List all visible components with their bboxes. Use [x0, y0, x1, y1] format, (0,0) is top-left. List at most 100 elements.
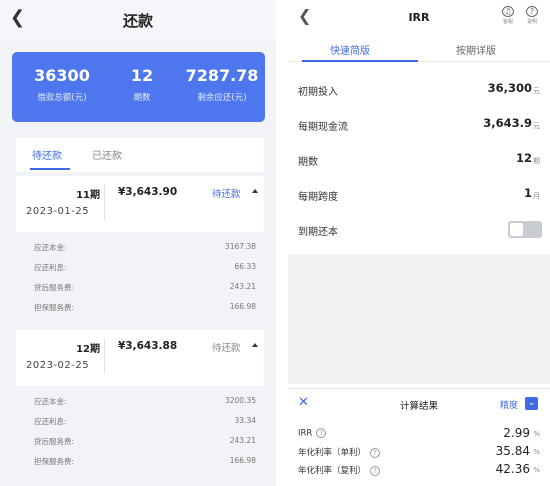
initial-investment-field[interactable]: 初期投入 36,300 元 — [288, 72, 550, 106]
result-unit: % — [533, 448, 540, 456]
help-icon[interactable]: ? — [316, 428, 327, 438]
remaining: 7287.78 剩余应还(元) — [180, 66, 264, 103]
divider — [104, 184, 105, 220]
detail-value: 3167.38 — [224, 242, 256, 251]
result-row: 年化利率（单利）? 35.84 % — [288, 443, 550, 461]
detail-label: 担保服务费: — [34, 303, 75, 312]
result-label-text: 年化利率（复利） — [298, 466, 367, 476]
toggle-label: 到期还本 — [298, 227, 338, 238]
installment-row[interactable]: 12期 2023-02-25 ¥3,643.88 待还款 — [16, 330, 264, 386]
field-value[interactable]: 12 — [516, 151, 532, 165]
installment-date: 2023-01-25 — [26, 206, 90, 217]
periods-label: 期数 — [133, 93, 151, 103]
result-value: 35.84 — [495, 444, 530, 458]
period-span-field[interactable]: 每期跨度 1 月 — [288, 177, 550, 211]
periods: 12 期数 — [112, 66, 172, 103]
periods-field[interactable]: 期数 12 期 — [288, 142, 550, 176]
result-value: 2.99 — [503, 426, 530, 440]
help-icon[interactable]: ? — [370, 465, 381, 476]
mode-tabs: 快速简版 按期详版 — [288, 36, 550, 62]
detail-row: 应还本金: 3167.38 — [16, 238, 264, 256]
field-value[interactable]: 1 — [524, 186, 532, 200]
caret-up-icon[interactable] — [252, 189, 258, 193]
field-unit: 期 — [533, 157, 540, 165]
tab-detailed[interactable]: 按期详版 — [456, 42, 496, 57]
installment-details: 应还本金: 3167.38 应还利息: 66.33 贷后服务费: 243.21 … — [16, 232, 264, 324]
active-tab-indicator — [302, 60, 418, 62]
principal-at-maturity-toggle[interactable] — [508, 221, 542, 238]
irr-calculator-screen: ❮ IRR ♫ 客服 ? 说明 快速简版 按期详版 初期投入 36,300 元 … — [288, 0, 550, 486]
installment-period: 12期 — [76, 344, 100, 355]
result-unit: % — [533, 466, 540, 474]
help-button[interactable]: ? 说明 — [524, 6, 540, 25]
chevron-down-icon[interactable]: ⌄ — [525, 397, 538, 410]
detail-row: 应还本金: 3200.35 — [16, 392, 264, 410]
result-label: 年化利率（复利）? — [298, 464, 381, 476]
result-label: 年化利率（单利）? — [298, 446, 381, 458]
divider — [104, 338, 105, 374]
precision-label[interactable]: 精度 — [500, 398, 518, 411]
principal-at-maturity-row: 到期还本 — [288, 212, 550, 246]
detail-value: 243.21 — [229, 436, 256, 445]
detail-label: 担保服务费: — [34, 457, 75, 466]
detail-row: 贷后服务费: 243.21 — [16, 432, 264, 450]
header: ❮ 还款 — [0, 0, 276, 40]
field-label: 每期现金流 — [298, 122, 348, 133]
remaining-value: 7287.78 — [185, 66, 259, 85]
active-tab-indicator — [30, 168, 70, 170]
result-row: IRR? 2.99 % — [288, 425, 550, 443]
installment-status: 待还款 — [212, 343, 241, 354]
detail-value: 33.34 — [234, 416, 256, 425]
field-unit: 元 — [533, 87, 540, 95]
field-unit: 元 — [533, 122, 540, 130]
detail-label: 应还利息: — [34, 263, 67, 272]
tab-pending[interactable]: 待还款 — [32, 147, 62, 162]
detail-row: 担保服务费: 166.98 — [16, 298, 264, 316]
result-panel: ✕ 计算结果 精度 ⌄ IRR? 2.99 % 年化利率（单利）? 35.84 … — [288, 388, 550, 486]
field-label: 每期跨度 — [298, 192, 338, 203]
help-icon: ? — [526, 6, 538, 17]
field-value[interactable]: 3,643.9 — [483, 116, 532, 130]
icon-label: 客服 — [502, 19, 513, 25]
repayment-tabs: 待还款 已还款 — [16, 138, 264, 172]
result-unit: % — [533, 430, 540, 438]
field-unit: 月 — [533, 192, 540, 200]
result-row: 年化利率（复利）? 42.36 % — [288, 461, 550, 479]
tab-repaid[interactable]: 已还款 — [92, 147, 122, 162]
installment-status: 待还款 — [212, 189, 241, 200]
result-label-text: 年化利率（单利） — [298, 448, 367, 458]
detail-row: 应还利息: 66.33 — [16, 258, 264, 276]
customer-service-button[interactable]: ♫ 客服 — [500, 6, 516, 25]
detail-row: 应还利息: 33.34 — [16, 412, 264, 430]
installment-date: 2023-02-25 — [26, 360, 90, 371]
cashflow-field[interactable]: 每期现金流 3,643.9 元 — [288, 107, 550, 141]
result-label-text: IRR — [298, 428, 313, 439]
field-value[interactable]: 36,300 — [488, 81, 532, 95]
detail-label: 贷后服务费: — [34, 283, 75, 292]
field-label: 初期投入 — [298, 87, 338, 98]
headset-icon: ♫ — [502, 6, 514, 17]
detail-value: 166.98 — [229, 456, 256, 465]
detail-label: 应还本金: — [34, 243, 67, 252]
installment-amount: ¥3,643.90 — [118, 186, 178, 198]
total-amount-value: 36300 — [34, 66, 90, 85]
installment-details: 应还本金: 3200.35 应还利息: 33.34 贷后服务费: 243.21 … — [16, 386, 264, 478]
repayment-screen: ❮ 还款 36300 借款总额(元) 12 期数 7287.78 剩余应还(元)… — [0, 0, 276, 486]
help-icon[interactable]: ? — [370, 447, 381, 458]
installment-amount: ¥3,643.88 — [118, 340, 178, 352]
periods-value: 12 — [130, 66, 154, 85]
detail-value: 243.21 — [229, 282, 256, 291]
detail-row: 担保服务费: 166.98 — [16, 452, 264, 470]
caret-up-icon[interactable] — [252, 343, 258, 347]
header: ❮ IRR ♫ 客服 ? 说明 — [288, 0, 550, 34]
tab-quick[interactable]: 快速简版 — [330, 42, 370, 57]
total-amount: 36300 借款总额(元) — [22, 66, 102, 103]
icon-label: 说明 — [526, 19, 537, 25]
detail-value: 3200.35 — [224, 396, 256, 405]
detail-label: 应还利息: — [34, 417, 67, 426]
total-amount-label: 借款总额(元) — [37, 93, 87, 103]
detail-row: 贷后服务费: 243.21 — [16, 278, 264, 296]
result-value: 42.36 — [495, 462, 530, 476]
installment-row[interactable]: 11期 2023-01-25 ¥3,643.90 待还款 — [16, 176, 264, 232]
result-label: IRR? — [298, 428, 327, 439]
